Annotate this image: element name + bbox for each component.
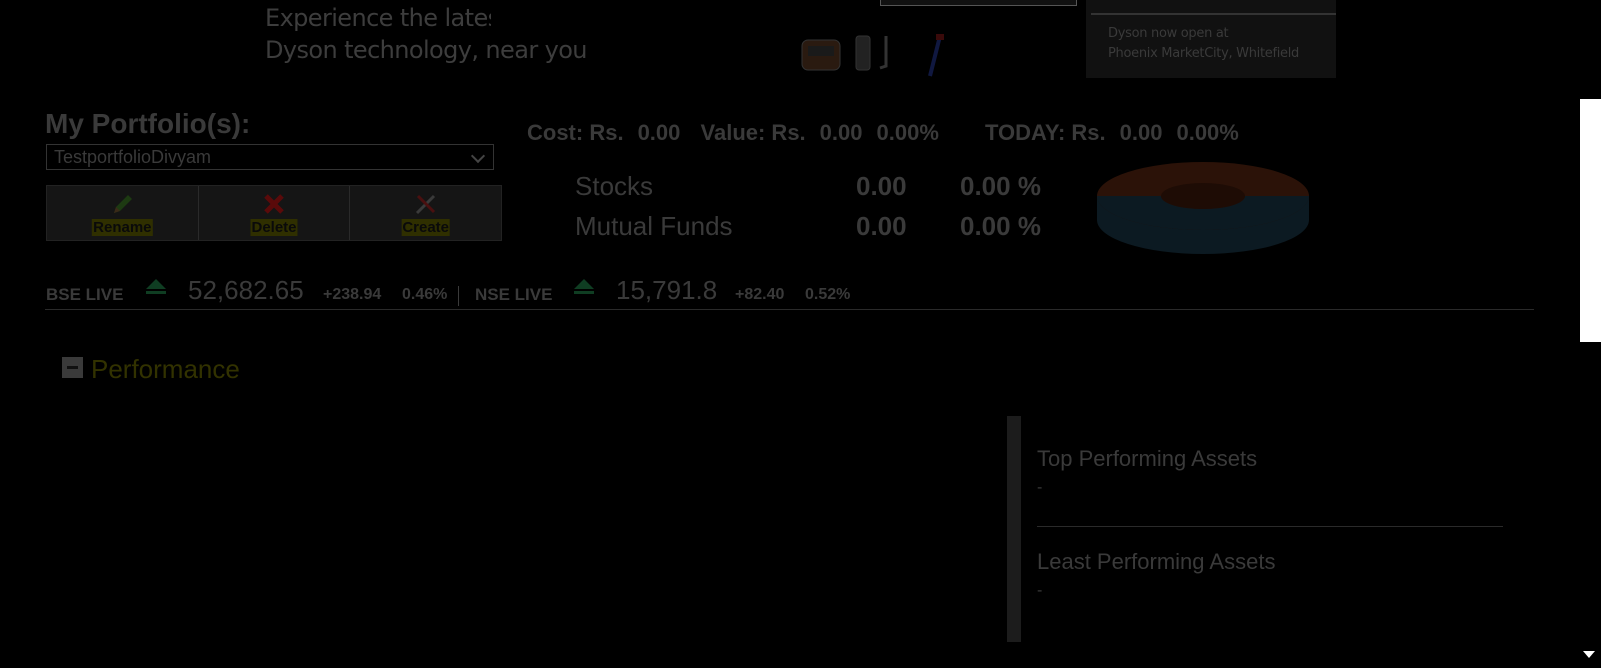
- ad-headline-line1: Experience the latest: [265, 4, 491, 32]
- ad-store-rule: [1091, 13, 1336, 15]
- cost-value: 0.00: [637, 120, 681, 145]
- delete-button[interactable]: Delete: [199, 186, 351, 240]
- allocation-mf-value: 0.00: [856, 211, 907, 241]
- bse-up-arrow-icon: [146, 279, 166, 294]
- rename-label: Rename: [92, 219, 153, 236]
- portfolio-summary: Cost: Rs. 0.00 Value: Rs. 0.00 0.00% TODAY:…: [527, 120, 1253, 146]
- top-performing-title: Top Performing Assets: [1037, 446, 1258, 471]
- performance-title[interactable]: Performance: [91, 354, 240, 385]
- nse-pct: 0.52%: [805, 286, 851, 303]
- bse-change: +238.94: [323, 286, 382, 303]
- today-pct: 0.00%: [1176, 120, 1239, 145]
- rename-button[interactable]: Rename: [47, 186, 199, 240]
- allocation-mf-pct: 0.00 %: [960, 211, 1041, 241]
- nse-change: +82.40: [735, 286, 785, 303]
- portfolio-actions: Rename Delete Create: [46, 185, 502, 241]
- ad-top-bar: [880, 0, 1077, 6]
- ticker-separator: [458, 286, 459, 306]
- assets-panel-bar: [1007, 416, 1021, 642]
- chevron-down-icon: [470, 148, 486, 164]
- least-performing-value: -: [1037, 582, 1043, 599]
- allocation-stocks-pct: 0.00 %: [960, 171, 1041, 201]
- portfolio-select-value: TestportfolioDivyam: [54, 147, 212, 167]
- red-x-icon: [264, 194, 284, 214]
- performance-collapse-icon[interactable]: [62, 357, 83, 378]
- today-label: TODAY: Rs.: [985, 120, 1106, 145]
- create-label: Create: [401, 219, 451, 236]
- nse-label: NSE LIVE: [475, 285, 553, 304]
- ad-store-text: Dyson now open at Phoenix MarketCity, Wh…: [1108, 24, 1299, 64]
- ad-product-images[interactable]: [800, 32, 970, 78]
- nse-up-arrow-icon: [574, 279, 594, 294]
- ad-headline-line2: Dyson technology, near you: [265, 36, 588, 64]
- ad-banner-text[interactable]: Experience the latest Dyson technology, …: [265, 2, 588, 66]
- ad-store-line1: Dyson now open at: [1108, 26, 1229, 41]
- create-button[interactable]: Create: [350, 186, 501, 240]
- ad-store-line2: Phoenix MarketCity, Whitefield: [1108, 46, 1299, 61]
- value-pct: 0.00%: [876, 120, 939, 145]
- least-performing-title: Least Performing Assets: [1037, 549, 1276, 574]
- top-performing-value: -: [1037, 479, 1043, 496]
- pencil-icon: [114, 195, 133, 213]
- allocation-stocks-value: 0.00: [856, 171, 907, 201]
- allocation-stocks-name: Stocks: [575, 171, 654, 201]
- today-value: 0.00: [1119, 120, 1163, 145]
- delete-label: Delete: [250, 219, 298, 236]
- portfolio-label: My Portfolio(s):: [45, 108, 251, 139]
- scroll-down-arrow-icon[interactable]: [1583, 651, 1595, 658]
- allocation-donut-chart[interactable]: [1095, 158, 1311, 254]
- scrollbar-thumb[interactable]: [1580, 99, 1601, 342]
- cost-label: Cost: Rs.: [527, 120, 624, 145]
- allocation-mf-name: Mutual Funds: [575, 211, 733, 241]
- bse-label: BSE LIVE: [46, 285, 124, 304]
- nse-value: 15,791.8: [616, 275, 718, 305]
- bse-pct: 0.46%: [402, 286, 448, 303]
- assets-divider: [1037, 526, 1503, 527]
- bse-value: 52,682.65: [188, 275, 304, 305]
- portfolio-select[interactable]: TestportfolioDivyam: [46, 144, 494, 170]
- value-value: 0.00: [819, 120, 863, 145]
- tools-icon: [415, 194, 435, 215]
- ticker-divider: [45, 309, 1534, 310]
- donut-hole: [1161, 183, 1245, 209]
- value-label: Value: Rs.: [700, 120, 806, 145]
- ad-store-panel[interactable]: Dyson now open at Phoenix MarketCity, Wh…: [1086, 0, 1336, 78]
